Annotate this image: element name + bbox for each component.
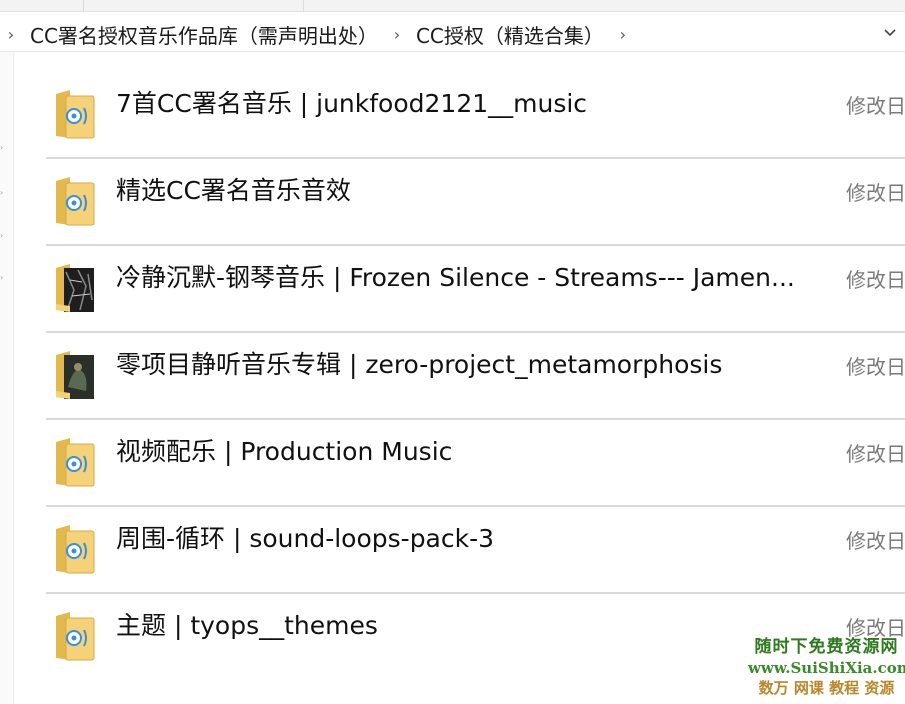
breadcrumb-item[interactable]: CC授权（精选合集）: [408, 20, 612, 49]
modified-date: 修改日: [846, 355, 905, 379]
folder-media-icon: [52, 173, 96, 229]
folder-album-art-icon: [52, 260, 96, 316]
list-item[interactable]: 精选CC署名音乐音效 修改日: [46, 159, 905, 246]
navigation-pane-edge[interactable]: › › › ›: [0, 53, 14, 704]
modified-date: 修改日: [846, 529, 905, 553]
list-item[interactable]: 7首CC署名音乐 | junkfood2121__music 修改日: [46, 72, 905, 159]
column-divider: [0, 0, 84, 12]
folder-media-icon: [52, 86, 96, 142]
list-item[interactable]: 视频配乐 | Production Music 修改日: [46, 420, 905, 507]
site-watermark: 随时下免费资源网 www.SuiShiXia.com 数万 网课 教程 资源: [748, 636, 905, 704]
expand-arrow-icon[interactable]: ›: [0, 189, 5, 197]
expand-arrow-icon[interactable]: ›: [0, 232, 5, 240]
watermark-line: 数万 网课 教程 资源: [758, 679, 895, 697]
folder-name: 零项目静听音乐专辑 | zero-project_metamorphosis: [116, 350, 723, 379]
expand-arrow-icon[interactable]: ›: [0, 144, 5, 152]
folder-name: 冷静沉默-钢琴音乐 | Frozen Silence - Streams--- …: [116, 263, 795, 292]
chevron-down-icon: [884, 29, 896, 37]
expand-arrow-icon[interactable]: ›: [0, 274, 5, 282]
folder-media-icon: [52, 521, 96, 577]
folder-name: 7首CC署名音乐 | junkfood2121__music: [116, 89, 588, 118]
breadcrumb: › CC署名授权音乐作品库（需声明出处） › CC授权（精选合集） ›: [0, 18, 905, 50]
folder-album-art-icon: [52, 347, 96, 403]
file-list: 7首CC署名音乐 | junkfood2121__music 修改日 精选CC署…: [46, 72, 905, 681]
chevron-right-icon[interactable]: ›: [386, 25, 408, 44]
chevron-right-icon[interactable]: ›: [0, 25, 22, 44]
modified-date: 修改日: [846, 94, 905, 118]
column-header-strip: [0, 0, 905, 12]
folder-name: 视频配乐 | Production Music: [116, 437, 453, 466]
folder-media-icon: [52, 434, 96, 490]
chevron-right-icon[interactable]: ›: [612, 25, 634, 44]
column-divider: [84, 0, 304, 12]
folder-media-icon: [52, 608, 96, 664]
watermark-line: www.SuiShiXia.com: [748, 659, 905, 677]
modified-date: 修改日: [846, 268, 905, 292]
folder-name: 周围-循环 | sound-loops-pack-3: [116, 524, 495, 553]
address-bar: › CC署名授权音乐作品库（需声明出处） › CC授权（精选合集） ›: [0, 0, 905, 52]
folder-name: 主题 | tyops__themes: [116, 611, 378, 640]
modified-date: 修改日: [846, 442, 905, 466]
folder-name: 精选CC署名音乐音效: [116, 176, 351, 205]
list-item[interactable]: 周围-循环 | sound-loops-pack-3 修改日: [46, 507, 905, 594]
modified-date: 修改日: [846, 181, 905, 205]
watermark-line: 随时下免费资源网: [754, 637, 899, 657]
list-item[interactable]: 零项目静听音乐专辑 | zero-project_metamorphosis 修…: [46, 333, 905, 420]
list-item[interactable]: 冷静沉默-钢琴音乐 | Frozen Silence - Streams--- …: [46, 246, 905, 333]
breadcrumb-item[interactable]: CC署名授权音乐作品库（需声明出处）: [22, 20, 386, 49]
address-history-dropdown[interactable]: [879, 20, 901, 46]
